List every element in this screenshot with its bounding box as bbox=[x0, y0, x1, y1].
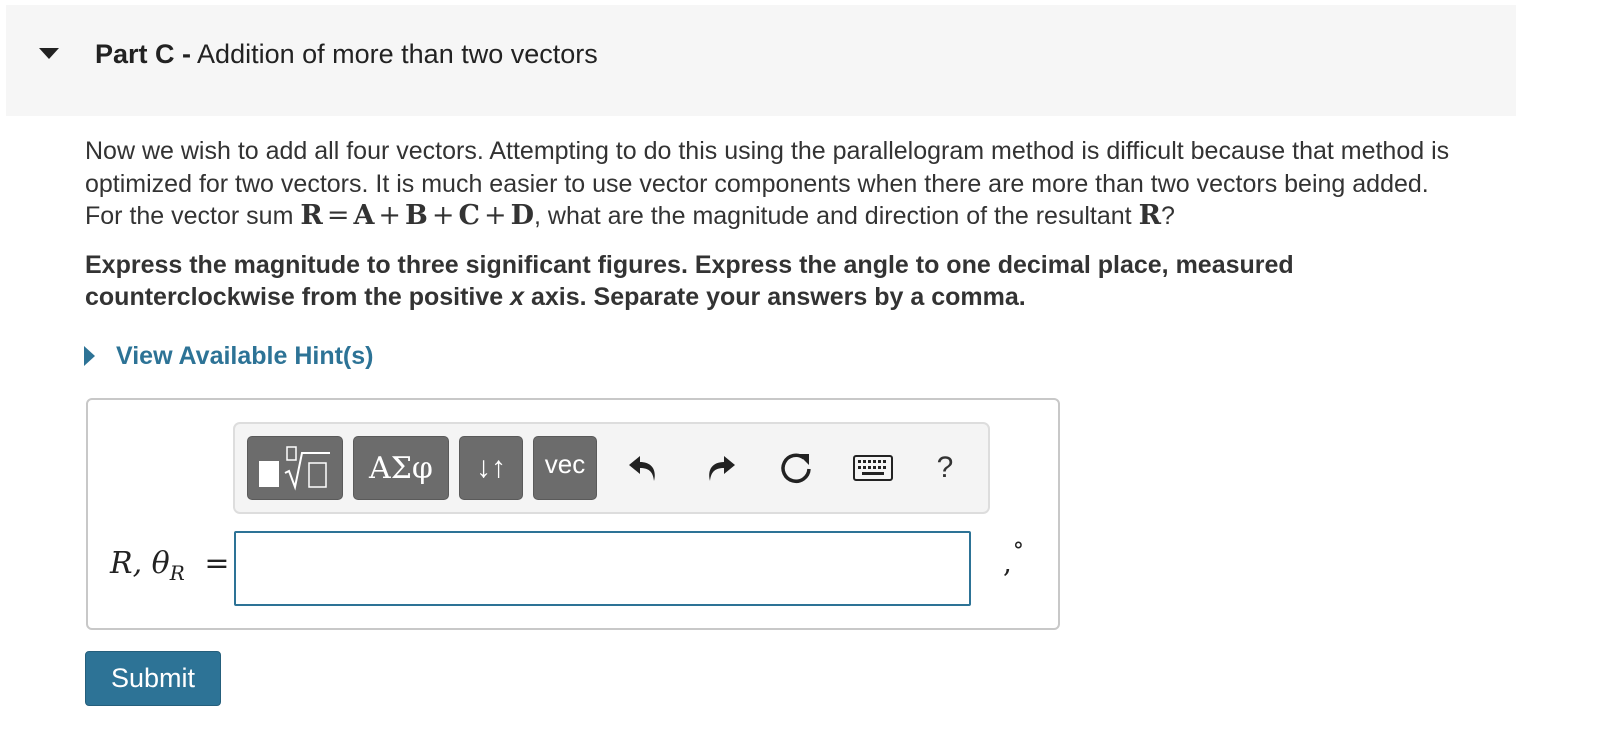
equals-sign: = bbox=[326, 200, 350, 231]
answer-input[interactable] bbox=[234, 531, 971, 606]
plus-sign: + bbox=[378, 200, 402, 231]
math-toolbar: ΑΣφ ↓↑ vec ? bbox=[233, 422, 990, 514]
sum-suffix: , what are the magnitude and direction o… bbox=[534, 202, 1132, 230]
redo-icon bbox=[709, 456, 735, 481]
part-header[interactable]: Part C - Addition of more than two vecto… bbox=[6, 5, 1516, 116]
vector-sum-equation: R = A + B + C + D bbox=[300, 200, 535, 231]
part-label: Part C - bbox=[95, 39, 192, 69]
var-theta: θ bbox=[151, 546, 170, 581]
reset-button[interactable] bbox=[773, 436, 821, 500]
templates-button[interactable] bbox=[247, 436, 343, 500]
submit-button[interactable]: Submit bbox=[85, 651, 221, 706]
var-r: R bbox=[110, 546, 133, 581]
templates-icon bbox=[259, 446, 330, 491]
answer-box: ΑΣφ ↓↑ vec ? R, θR = ,° bbox=[86, 398, 1060, 630]
plus-sign: + bbox=[431, 200, 455, 231]
part-title-text: Addition of more than two vectors bbox=[197, 39, 598, 69]
instructions: Express the magnitude to three significa… bbox=[85, 250, 1485, 313]
vector-button[interactable]: vec bbox=[533, 436, 597, 500]
answer-units: ,° bbox=[1003, 539, 1024, 579]
theta-subscript: R bbox=[169, 561, 185, 585]
greek-symbols-button[interactable]: ΑΣφ bbox=[353, 436, 449, 500]
question-mark: ? bbox=[1161, 202, 1175, 230]
instructions-part2: axis. Separate your answers by a comma. bbox=[530, 282, 1026, 311]
vector-c: C bbox=[458, 200, 480, 231]
answer-label: R, θR = bbox=[110, 546, 230, 585]
view-hints-link[interactable]: View Available Hint(s) bbox=[84, 338, 373, 374]
view-hints-label[interactable]: View Available Hint(s) bbox=[116, 342, 373, 371]
caret-right-icon[interactable] bbox=[84, 346, 95, 366]
plus-sign: + bbox=[483, 200, 507, 231]
help-button[interactable]: ? bbox=[921, 436, 969, 500]
arrows-button[interactable]: ↓↑ bbox=[459, 436, 523, 500]
redo-button[interactable] bbox=[697, 436, 745, 500]
problem-text: Now we wish to add all four vectors. Att… bbox=[85, 135, 1505, 233]
equals-sign: = bbox=[204, 546, 230, 581]
undo-button[interactable] bbox=[619, 436, 667, 500]
resultant-r: R bbox=[1138, 200, 1162, 231]
part-title: Part C - Addition of more than two vecto… bbox=[95, 39, 598, 70]
vector-r: R bbox=[300, 200, 323, 231]
vector-b: B bbox=[405, 200, 428, 231]
instructions-axis: x bbox=[510, 282, 525, 311]
vector-d: D bbox=[510, 200, 535, 231]
unit-degree: ° bbox=[1012, 539, 1024, 564]
reset-icon bbox=[781, 453, 811, 483]
sum-prefix: For the vector sum bbox=[85, 202, 294, 230]
vector-a: A bbox=[353, 200, 375, 231]
unit-comma: , bbox=[1003, 546, 1012, 579]
undo-icon bbox=[629, 456, 655, 481]
keyboard-icon bbox=[853, 455, 893, 481]
keyboard-button[interactable] bbox=[845, 436, 901, 500]
caret-down-icon[interactable] bbox=[39, 48, 59, 59]
problem-intro: Now we wish to add all four vectors. Att… bbox=[85, 137, 1450, 198]
